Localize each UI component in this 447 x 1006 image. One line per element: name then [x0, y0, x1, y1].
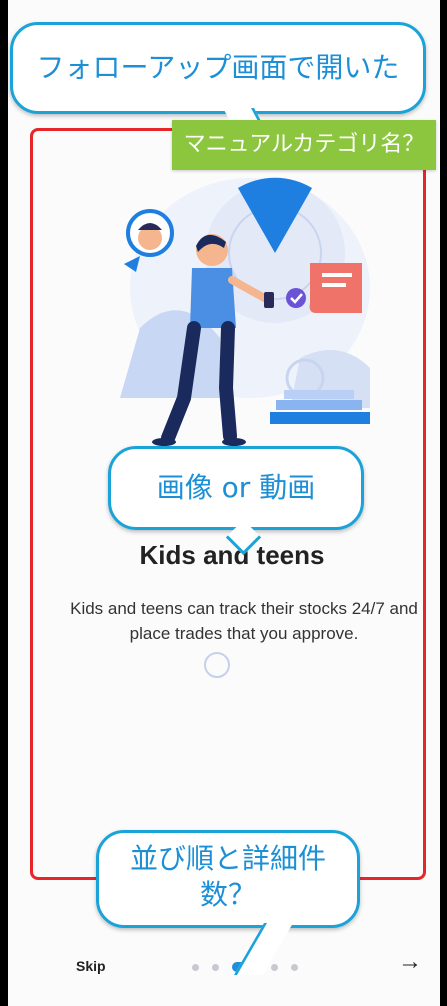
skip-button[interactable]: Skip [76, 958, 106, 974]
page-dot[interactable] [271, 963, 278, 971]
page-dot[interactable] [212, 963, 219, 971]
annotation-callout-top: フォローアップ画面で開いた [10, 22, 426, 138]
page-dot[interactable] [291, 963, 298, 971]
annotation-text-line2: 数？ [199, 878, 256, 911]
annotation-text: 画像 or 動画 [156, 471, 316, 504]
next-arrow-icon[interactable]: → [398, 948, 422, 976]
annotation-label-green: マニュアルカテゴリ名？ [172, 120, 436, 170]
annotation-text-line1: 並び順と詳細件 [129, 842, 326, 875]
annotation-callout-media: 画像 or 動画 [108, 446, 364, 556]
annotation-text: フォローアップ画面で開いた [36, 51, 400, 84]
page-dot[interactable] [192, 963, 199, 971]
annotation-callout-order: 並び順と詳細件 数？ [96, 830, 360, 975]
